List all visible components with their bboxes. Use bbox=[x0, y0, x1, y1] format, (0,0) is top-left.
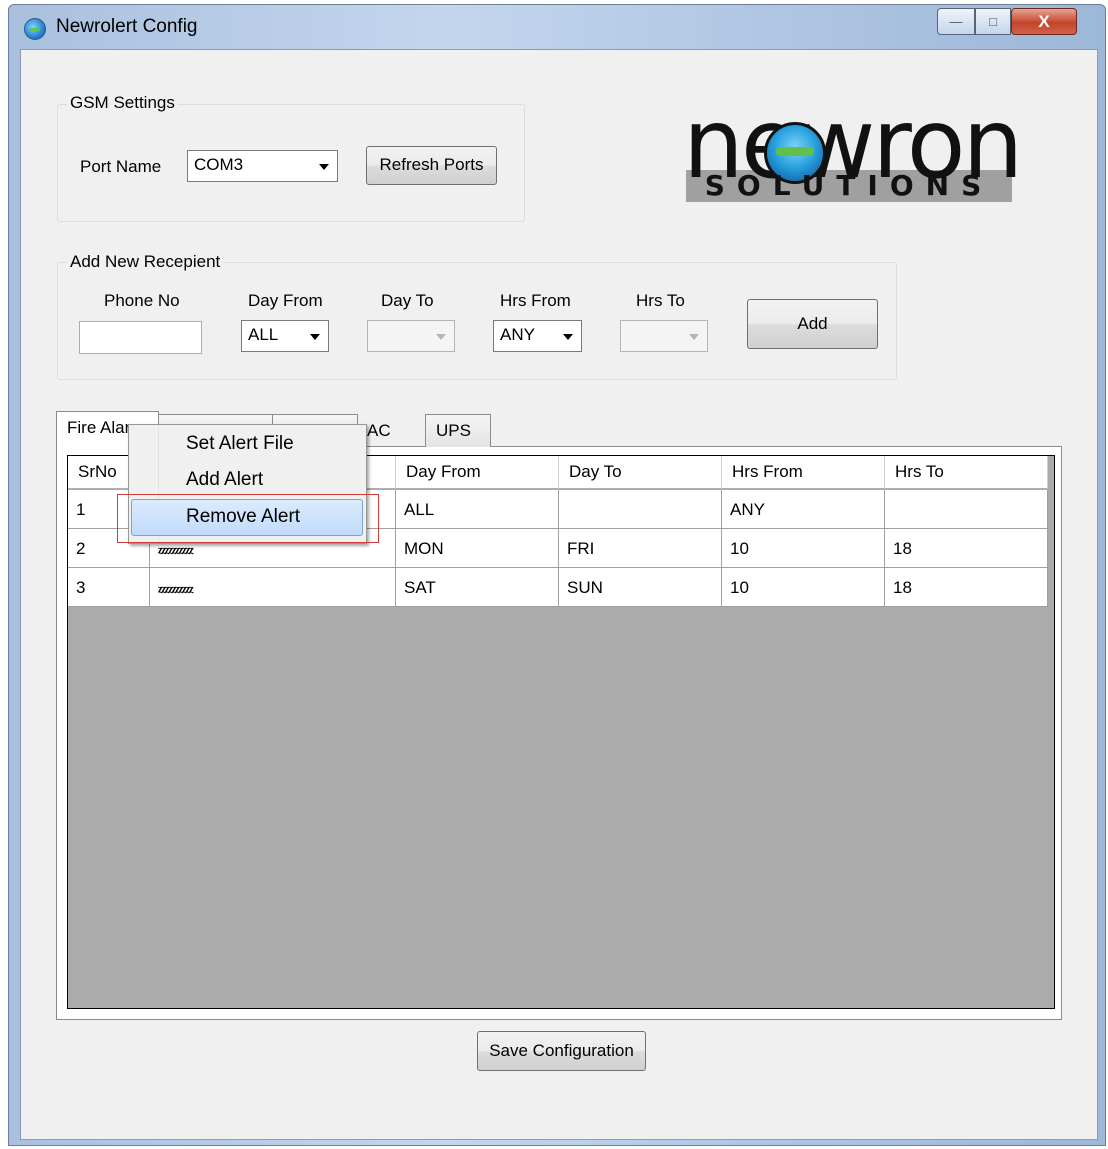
tab-ups[interactable]: UPS bbox=[425, 414, 491, 447]
port-name-select[interactable]: COM3 bbox=[187, 150, 338, 182]
table-row-3-srno[interactable]: 3 bbox=[68, 568, 150, 607]
chevron-down-icon bbox=[689, 334, 699, 340]
add-recipient-button[interactable]: Add bbox=[747, 299, 878, 349]
chevron-down-icon bbox=[310, 334, 320, 340]
maximize-button[interactable]: □ bbox=[975, 8, 1011, 35]
logo-leaf-icon bbox=[776, 147, 814, 156]
port-name-value: COM3 bbox=[194, 155, 244, 174]
table-row-3-hrs-to[interactable]: 18 bbox=[885, 568, 1048, 607]
chevron-down-icon bbox=[563, 334, 573, 340]
table-row-2-day-from[interactable]: MON bbox=[396, 529, 559, 568]
day-to-select[interactable] bbox=[367, 320, 455, 352]
tab-ac-label: AC bbox=[367, 421, 391, 440]
highlight-annotation-box bbox=[117, 494, 379, 543]
refresh-ports-button[interactable]: Refresh Ports bbox=[366, 146, 497, 185]
logo-subtitle: SOLUTIONS bbox=[704, 169, 994, 202]
day-from-label: Day From bbox=[248, 291, 323, 310]
menu-item-add-alert[interactable]: Add Alert bbox=[186, 469, 263, 491]
chevron-down-icon bbox=[319, 164, 329, 170]
port-name-label: Port Name bbox=[80, 157, 162, 176]
table-row-1-hrs-to[interactable] bbox=[885, 490, 1048, 529]
column-header-hrs-from[interactable]: Hrs From bbox=[722, 456, 885, 489]
day-from-select[interactable]: ALL bbox=[241, 320, 329, 352]
chevron-down-icon bbox=[436, 334, 446, 340]
table-row-2-day-to[interactable]: FRI bbox=[559, 529, 722, 568]
hrs-from-select[interactable]: ANY bbox=[493, 320, 582, 352]
table-row-1-hrs-from[interactable]: ANY bbox=[722, 490, 885, 529]
day-from-value: ALL bbox=[248, 325, 279, 344]
save-configuration-button[interactable]: Save Configuration bbox=[477, 1031, 646, 1071]
table-row-2-hrs-from[interactable]: 10 bbox=[722, 529, 885, 568]
phone-no-label: Phone No bbox=[104, 291, 180, 310]
window-title: Newrolert Config bbox=[56, 16, 198, 37]
table-row-3-phone[interactable]: ⲍⲍⲍⲍⲍⲍⲍⲍⲍⲍ bbox=[150, 568, 396, 607]
column-header-day-to[interactable]: Day To bbox=[559, 456, 722, 489]
phone-no-input[interactable] bbox=[79, 321, 202, 354]
hrs-to-label: Hrs To bbox=[636, 291, 685, 310]
menu-item-set-alert-file[interactable]: Set Alert File bbox=[186, 433, 294, 455]
close-button[interactable]: X bbox=[1011, 8, 1077, 35]
table-row-1-day-to[interactable] bbox=[559, 490, 722, 529]
table-row-3-day-from[interactable]: SAT bbox=[396, 568, 559, 607]
table-row-3-day-to[interactable]: SUN bbox=[559, 568, 722, 607]
minimize-button[interactable]: — bbox=[937, 8, 975, 35]
column-header-hrs-to[interactable]: Hrs To bbox=[885, 456, 1048, 489]
table-row-2-hrs-to[interactable]: 18 bbox=[885, 529, 1048, 568]
add-recipient-label: Add New Recepient bbox=[67, 252, 224, 272]
hrs-from-label: Hrs From bbox=[500, 291, 571, 310]
gsm-settings-label: GSM Settings bbox=[67, 93, 178, 113]
table-row-1-day-from[interactable]: ALL bbox=[396, 490, 559, 529]
column-header-day-from[interactable]: Day From bbox=[396, 456, 559, 489]
hrs-from-value: ANY bbox=[500, 325, 535, 344]
hrs-to-select[interactable] bbox=[620, 320, 708, 352]
app-globe-icon bbox=[24, 18, 46, 40]
table-row-3-hrs-from[interactable]: 10 bbox=[722, 568, 885, 607]
day-to-label: Day To bbox=[381, 291, 434, 310]
